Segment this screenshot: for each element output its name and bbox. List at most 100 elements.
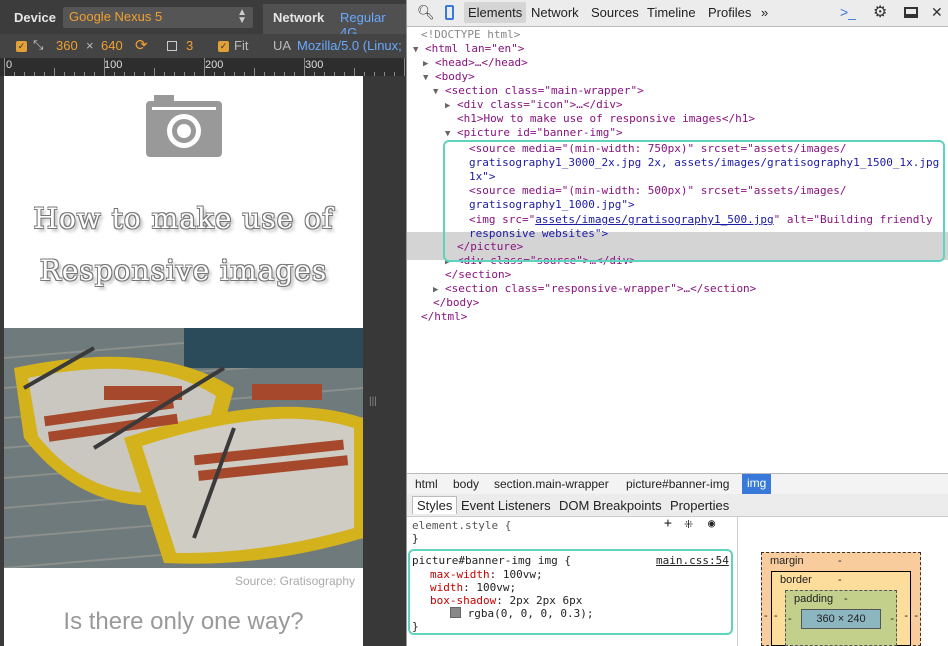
- box-model-diagram[interactable]: margin - - - border - - - padding - - - …: [737, 516, 948, 646]
- ruler-label: 0: [6, 59, 13, 71]
- camera-icon: [146, 95, 222, 157]
- width-input[interactable]: 360: [56, 38, 78, 53]
- toggle-state-icon[interactable]: ⁜: [684, 518, 693, 531]
- times-sign: ×: [86, 38, 94, 53]
- device-mode-icon[interactable]: [445, 5, 454, 20]
- device-model-select[interactable]: Google Nexus 5 ▲ ▼: [63, 7, 253, 28]
- sidebar-tabs: Styles Event Listeners DOM Breakpoints P…: [407, 494, 948, 517]
- breadcrumb-html[interactable]: html: [415, 477, 438, 491]
- dom-section-close[interactable]: </section>: [445, 268, 511, 282]
- fit-label: Fit: [234, 38, 249, 53]
- margin-top-value: -: [838, 555, 842, 567]
- page-heading-line-2: Responsive images: [39, 254, 328, 287]
- expand-triangle-icon[interactable]: ▼: [413, 45, 418, 55]
- user-agent-input[interactable]: Mozilla/5.0 (Linux;: [297, 38, 402, 53]
- horizontal-ruler: 0 100 200 300: [0, 58, 406, 76]
- banner-image-boats: [4, 328, 363, 568]
- image-source-credit: Source: Gratisography: [234, 574, 355, 588]
- emulated-page[interactable]: How to make use of Responsive images Sou…: [4, 76, 363, 646]
- dom-tree[interactable]: <!DOCTYPE html> ▼ <html lan="en"> ▶ <hea…: [407, 26, 948, 473]
- viewport-resize-edge[interactable]: |||: [363, 76, 406, 646]
- rotate-icon[interactable]: ⟳: [135, 36, 148, 54]
- dom-html-close[interactable]: </html>: [421, 310, 467, 324]
- more-tabs-chevron-icon[interactable]: »: [761, 5, 768, 20]
- tab-properties[interactable]: Properties: [670, 498, 729, 513]
- element-style-rule[interactable]: element.style {: [412, 519, 511, 532]
- dom-h1[interactable]: <h1>How to make use of responsive images…: [457, 112, 755, 126]
- dock-side-icon[interactable]: [904, 7, 918, 18]
- pixel-ratio-input[interactable]: 3: [186, 38, 193, 53]
- dom-section-responsive[interactable]: <section class="responsive-wrapper">…</s…: [445, 282, 756, 295]
- device-label: Device: [14, 10, 56, 25]
- tab-timeline[interactable]: Timeline: [647, 5, 696, 20]
- height-input[interactable]: 640: [101, 38, 123, 53]
- margin-label: margin: [770, 555, 804, 567]
- tab-sources[interactable]: Sources: [591, 5, 639, 20]
- device-settings-row: ✓ ⤡ 360 × 640 ⟳ 3 ✓ Fit UA Mozilla/5.0 (…: [0, 34, 406, 58]
- css-rule-highlight-box: [408, 549, 733, 635]
- resize-grip-icon[interactable]: |||: [369, 396, 377, 407]
- breadcrumb-img[interactable]: img: [742, 474, 772, 494]
- tab-event-listeners[interactable]: Event Listeners: [461, 498, 551, 513]
- tab-styles[interactable]: Styles: [412, 496, 458, 514]
- resolution-checkbox[interactable]: ✓: [16, 41, 27, 52]
- breadcrumb: html body section.main-wrapper picture#b…: [407, 473, 948, 495]
- expand-triangle-icon[interactable]: ▼: [433, 87, 438, 97]
- network-label: Network: [273, 10, 325, 25]
- picture-highlight-box: [443, 140, 945, 262]
- breadcrumb-body[interactable]: body: [453, 477, 479, 491]
- page-heading-line-1: How to make use of: [33, 202, 334, 235]
- ruler-tick: [254, 68, 255, 76]
- border-label: border: [780, 574, 812, 586]
- expand-triangle-icon[interactable]: ▼: [445, 129, 450, 139]
- tab-network[interactable]: Network: [531, 5, 579, 20]
- border-right-value: -: [904, 610, 908, 622]
- padding-top-value: -: [844, 593, 848, 605]
- device-pixel-ratio-icon: [167, 41, 177, 51]
- dom-doctype: <!DOCTYPE html>: [421, 28, 521, 41]
- device-model-value: Google Nexus 5: [69, 9, 163, 24]
- ua-label: UA: [273, 38, 292, 53]
- collapse-triangle-icon[interactable]: ▶: [445, 101, 450, 111]
- close-icon[interactable]: ✕: [931, 4, 943, 21]
- gear-icon[interactable]: ⚙: [873, 2, 887, 22]
- dom-picture[interactable]: <picture id="banner-img">: [457, 126, 623, 139]
- breadcrumb-picture[interactable]: picture#banner-img: [626, 477, 729, 491]
- resize-icon: ⤡: [33, 37, 44, 52]
- margin-right-value: -: [914, 610, 918, 622]
- ruler-tick: [154, 68, 155, 76]
- dom-html[interactable]: <html lan="en">: [425, 42, 524, 55]
- ruler-tick: [404, 58, 405, 76]
- ruler-label: 300: [305, 59, 324, 71]
- border-left-value: -: [774, 610, 778, 622]
- tab-profiles[interactable]: Profiles: [708, 5, 751, 20]
- device-toolbar: Device Google Nexus 5 ▲ ▼ Network Regular…: [0, 0, 406, 40]
- dom-head[interactable]: <head>…</head>: [435, 56, 528, 69]
- fit-checkbox[interactable]: ✓: [218, 41, 229, 52]
- new-rule-plus-icon[interactable]: +: [664, 517, 672, 530]
- devtools-panel: 🔍︎ Elements Network Sources Timeline Pro…: [406, 0, 948, 646]
- expand-triangle-icon[interactable]: ▼: [423, 73, 428, 83]
- breadcrumb-section[interactable]: section.main-wrapper: [494, 477, 609, 491]
- search-icon[interactable]: 🔍︎: [417, 4, 435, 21]
- collapse-triangle-icon[interactable]: ▶: [433, 285, 438, 295]
- ruler-label: 100: [104, 59, 123, 71]
- dom-body[interactable]: <body>: [435, 70, 475, 83]
- tab-dom-breakpoints[interactable]: DOM Breakpoints: [559, 498, 662, 513]
- padding-right-value: -: [890, 613, 894, 625]
- ruler-tick: [304, 58, 305, 76]
- tab-elements[interactable]: Elements: [464, 2, 527, 23]
- dom-body-close[interactable]: </body>: [433, 296, 479, 310]
- padding-label: padding: [794, 593, 834, 605]
- dom-section-main[interactable]: <section class="main-wrapper">: [445, 84, 644, 97]
- box-model-content-size[interactable]: 360 × 240: [801, 609, 881, 629]
- dom-div-icon[interactable]: <div class="icon">…</div>: [457, 98, 623, 111]
- ruler-tick: [4, 58, 5, 76]
- device-emulator: Device Google Nexus 5 ▲ ▼ Network Regular…: [0, 0, 406, 646]
- section-heading: Is there only one way?: [63, 608, 304, 635]
- styles-pane[interactable]: element.style { + ⁜ ◉ } picture#banner-i…: [407, 516, 738, 646]
- animations-icon[interactable]: ◉: [708, 517, 715, 530]
- ruler-tick: [104, 58, 105, 76]
- collapse-triangle-icon[interactable]: ▶: [423, 59, 428, 69]
- console-drawer-icon[interactable]: >_: [840, 4, 856, 20]
